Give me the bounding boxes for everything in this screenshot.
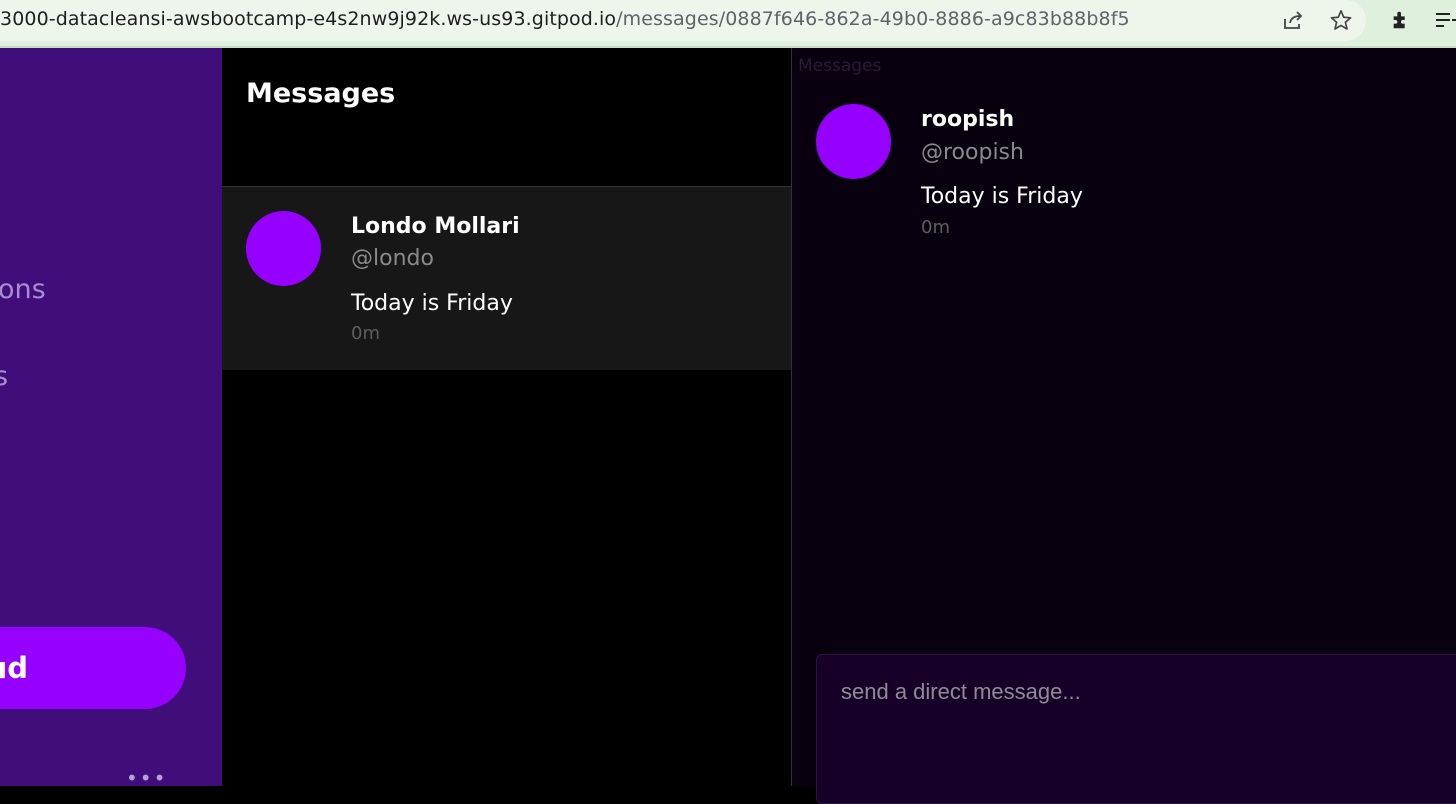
crud-button-label: ud: [0, 651, 28, 685]
avatar: [816, 104, 891, 179]
message-author-name: roopish: [921, 107, 1015, 132]
browser-toolbar: 3000-datacleansi-awsbootcamp-e4s2nw9j92k…: [0, 0, 1456, 48]
share-icon[interactable]: [1279, 6, 1307, 34]
url-host: 3000-datacleansi-awsbootcamp-e4s2nw9j92k…: [0, 8, 617, 30]
message-composer[interactable]: [816, 654, 1456, 804]
url-path: /messages/0887f646-862a-49b0-8886-a9c83b…: [616, 8, 1130, 30]
star-icon[interactable]: [1327, 6, 1355, 34]
url-text[interactable]: 3000-datacleansi-awsbootcamp-e4s2nw9j92k…: [0, 8, 1130, 30]
address-bar[interactable]: 3000-datacleansi-awsbootcamp-e4s2nw9j92k…: [0, 0, 1366, 41]
group-name: Londo Mollari: [351, 214, 520, 239]
avatar: [246, 211, 321, 286]
message-groups-panel: Messages Londo Mollari @londo Today is F…: [222, 48, 791, 786]
crud-button[interactable]: ud: [0, 627, 186, 709]
group-handle: @londo: [351, 246, 434, 271]
page-title: Messages: [246, 78, 396, 109]
direct-message-input[interactable]: [817, 655, 1456, 803]
message-text: Today is Friday: [921, 184, 1083, 209]
message-author-handle: @roopish: [921, 140, 1024, 165]
conversation-panel: Messages roopish @roopish Today is Frida…: [791, 48, 1456, 804]
extensions-icon[interactable]: [1387, 6, 1415, 34]
sidebar: ons s ud •••: [0, 48, 222, 786]
group-time: 0m: [351, 323, 380, 344]
ghost-heading: Messages: [798, 56, 882, 76]
sidebar-item-notifications[interactable]: ons: [0, 274, 46, 305]
more-options-icon[interactable]: •••: [126, 766, 167, 786]
group-message: Today is Friday: [351, 291, 513, 316]
message-time: 0m: [921, 217, 950, 238]
sidebar-item-messages[interactable]: s: [0, 361, 8, 392]
reading-list-icon[interactable]: [1432, 6, 1456, 34]
message-group-item[interactable]: Londo Mollari @londo Today is Friday 0m: [222, 187, 791, 370]
